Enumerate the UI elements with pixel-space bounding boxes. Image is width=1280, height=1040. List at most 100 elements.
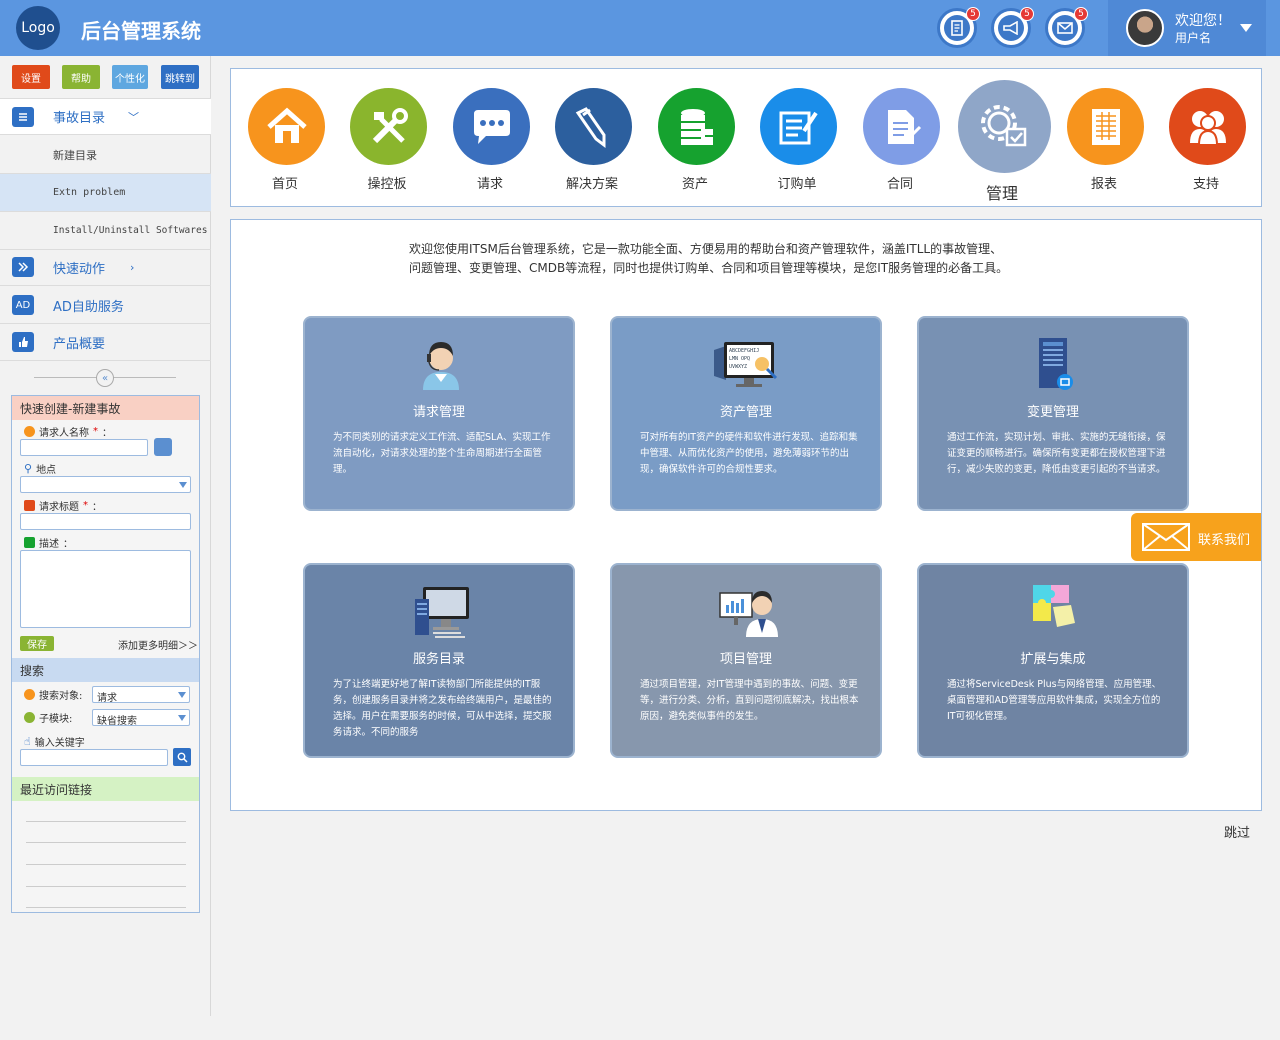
sidebar-subitem-new-catalog[interactable]: 新建目录 [0, 136, 211, 174]
contact-book-icon[interactable] [154, 438, 172, 456]
svg-text:LMN OPQ: LMN OPQ [729, 356, 750, 362]
announcement-button[interactable]: 5 [991, 7, 1034, 48]
quick-create-panel: 快速创建-新建事故 请求人名称 * ： ⚲ 地点 请求标题 * ： 描述 ： 保存 添加更… [11, 395, 200, 913]
notification-badge: 5 [1074, 7, 1088, 21]
nav-contracts[interactable]: 合同 [850, 69, 950, 208]
search-object-select[interactable]: 请求 [92, 686, 190, 704]
card-extension-integration[interactable]: 扩展与集成 通过将ServiceDesk Plus与网络管理、应用管理、桌面管理… [917, 563, 1189, 758]
logo[interactable]: Logo [16, 6, 60, 50]
nav-label: 订购单 [777, 177, 817, 192]
sidebar-subitem-install-uninstall[interactable]: Install/Uninstall Softwares [0, 212, 211, 250]
pencil-icon [555, 88, 632, 165]
recent-link-row[interactable] [26, 864, 186, 865]
contact-us-button[interactable]: 联系我们 [1131, 513, 1261, 561]
puzzle-icon [1023, 583, 1087, 639]
nav-home[interactable]: 首页 [235, 69, 335, 208]
location-pin-icon: ⚲ [24, 462, 33, 475]
intro-line: 问题管理、变更管理、CMDB等流程，同时也提供订购单、合同和项目管理等模块，是您… [409, 261, 1009, 275]
subject-icon [24, 500, 35, 511]
search-object-label: 搜索对象: [24, 687, 82, 702]
card-title: 项目管理 [719, 652, 772, 667]
search-title: 搜索 [12, 658, 199, 682]
hand-pointer-icon: ☝ [24, 735, 31, 748]
search-module-select[interactable]: 缺省搜索 [92, 709, 190, 727]
mail-button[interactable]: 5 [1045, 7, 1088, 48]
nav-admin[interactable]: 管理 [952, 69, 1052, 208]
chevron-down-icon[interactable] [1240, 24, 1252, 32]
list-icon [12, 106, 34, 127]
document-notification-button[interactable]: 5 [937, 7, 980, 48]
recent-link-row[interactable] [26, 907, 186, 908]
collapse-sidebar-icon[interactable]: « [96, 369, 114, 387]
card-description: 为了让终端更好地了解IT读物部门所能提供的IT服务，创建服务目录并将之发布给终端… [333, 679, 552, 738]
recent-link-row[interactable] [26, 821, 186, 822]
card-change-management[interactable]: 变更管理 通过工作流，实现计划、审批、实施的无缝衔接，保证变更的顺畅进行。确保所… [917, 316, 1189, 511]
main-content: 欢迎您使用ITSM后台管理系统，它是一款功能全面、方便易用的帮助台和资产管理软件… [230, 219, 1262, 811]
nav-label: 操控板 [367, 177, 407, 192]
coins-icon [658, 88, 735, 165]
label-text: 搜索对象: [39, 691, 83, 702]
sidebar-item-product-overview[interactable]: 产品概要 [0, 324, 211, 361]
chevron-right-icon: › [130, 260, 135, 274]
contract-icon [863, 88, 940, 165]
skip-link[interactable]: 跳过 [1224, 822, 1250, 841]
nav-purchase-orders[interactable]: 订购单 [747, 69, 847, 208]
sidebar-subitem-extn-problem[interactable]: Extn problem [0, 174, 211, 212]
top-header: Logo 后台管理系统 5 5 5 欢迎您！ 用户名 [0, 0, 1280, 56]
monitor-magnifier-icon: ABCDEFGHIJ LMN OPQ UVWXYZ [710, 336, 786, 392]
card-project-management[interactable]: 项目管理 通过项目管理，对IT管理中遇到的事故、问题、变更等，进行分类、分析，直… [610, 563, 882, 758]
save-button[interactable]: 保存 [20, 636, 54, 651]
chat-bubble-icon [453, 88, 530, 165]
requester-input[interactable] [20, 439, 148, 456]
svg-text:UVWXYZ: UVWXYZ [729, 364, 747, 370]
required-mark: * [83, 500, 88, 511]
intro-line: 欢迎您使用ITSM后台管理系统，它是一款功能全面、方便易用的帮助台和资产管理软件… [409, 242, 1003, 256]
description-textarea[interactable] [20, 550, 191, 628]
user-menu[interactable]: 欢迎您！ 用户名 [1108, 0, 1266, 56]
help-button[interactable]: 帮助 [62, 65, 100, 89]
settings-button[interactable]: 设置 [12, 65, 50, 89]
dropdown-arrow-icon [178, 692, 186, 698]
card-description: 通过将ServiceDesk Plus与网络管理、应用管理、桌面管理和AD管理等… [947, 679, 1162, 722]
card-asset-management[interactable]: ABCDEFGHIJ LMN OPQ UVWXYZ 资产管理 可对所有的IT资产的硬… [610, 316, 882, 511]
presenter-icon [716, 583, 780, 639]
sidebar-item-incident-catalog[interactable]: 事故目录 ﹀ [0, 98, 211, 135]
search-icon [177, 752, 188, 763]
card-service-catalog[interactable]: 服务目录 为了让终端更好地了解IT读物部门所能提供的IT服务，创建服务目录并将之… [303, 563, 575, 758]
keyword-input[interactable] [20, 749, 168, 766]
sidebar-item-label: AD自助服务 [53, 299, 124, 315]
quick-create-title: 快速创建-新建事故 [12, 396, 199, 420]
sidebar-item-label: 事故目录 [53, 111, 106, 126]
form-edit-icon [760, 88, 837, 165]
recent-link-row[interactable] [26, 886, 186, 887]
add-more-details-link[interactable]: 添加更多明细＞＞ [118, 637, 198, 652]
recent-link-row[interactable] [26, 842, 186, 843]
pie-chart-icon [24, 712, 35, 723]
nav-reports[interactable]: 报表 [1054, 69, 1154, 208]
dropdown-arrow-icon [178, 715, 186, 721]
nav-requests[interactable]: 请求 [440, 69, 540, 208]
avatar [1126, 9, 1164, 47]
thumbs-up-icon [12, 332, 34, 352]
select-value: 请求 [97, 693, 117, 704]
nav-support[interactable]: 支持 [1156, 69, 1256, 208]
sidebar-subitem-label: 新建目录 [53, 148, 97, 162]
personalize-button[interactable]: 个性化 [112, 65, 148, 89]
label-text: 地点 [36, 465, 57, 476]
dropdown-arrow-icon [179, 482, 187, 488]
search-button[interactable] [173, 748, 191, 766]
envelope-icon [1142, 523, 1190, 551]
sidebar-item-label: 产品概要 [53, 336, 106, 352]
nav-dashboard[interactable]: 操控板 [337, 69, 437, 208]
location-select[interactable] [20, 476, 191, 493]
sidebar-item-ad-service[interactable]: AD AD自助服务 [0, 287, 211, 324]
sidebar-item-quick-actions[interactable]: 快速动作 › [0, 249, 211, 286]
subject-input[interactable] [20, 513, 191, 530]
card-request-management[interactable]: 请求管理 为不同类别的请求定义工作流、适配SLA、实现工作流自动化，对请求处理的… [303, 316, 575, 511]
jump-to-button[interactable]: 跳转到 [161, 65, 199, 89]
ad-icon: AD [12, 295, 34, 315]
nav-solutions[interactable]: 解决方案 [542, 69, 642, 208]
card-title: 请求管理 [412, 405, 465, 420]
nav-assets[interactable]: 资产 [645, 69, 745, 208]
nav-label: 请求 [476, 177, 503, 192]
